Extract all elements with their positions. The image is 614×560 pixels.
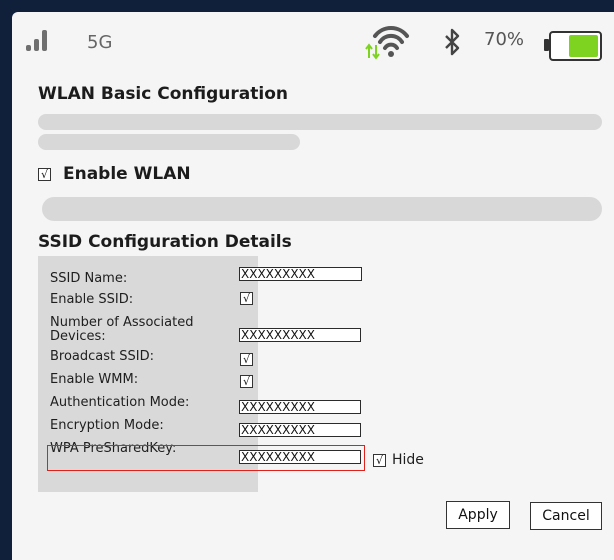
broadcast-ssid-checkbox[interactable]: √	[240, 353, 253, 366]
encryption-mode-field[interactable]: XXXXXXXXX	[239, 423, 361, 437]
apply-button[interactable]: Apply	[446, 501, 510, 529]
auth-mode-field[interactable]: XXXXXXXXX	[239, 400, 361, 414]
bluetooth-icon	[445, 28, 460, 56]
network-type-label: 5G	[87, 32, 113, 53]
placeholder-bar	[42, 197, 602, 221]
signal-icon	[26, 28, 52, 52]
enable-ssid-checkbox[interactable]: √	[240, 292, 253, 305]
enable-wmm-checkbox[interactable]: √	[240, 375, 253, 388]
enable-wmm-label: Enable WMM:	[50, 372, 139, 387]
placeholder-bar	[38, 114, 602, 130]
wifi-icon	[365, 26, 409, 60]
auth-mode-label: Authentication Mode:	[50, 395, 190, 410]
status-bar: 5G 70%	[12, 12, 614, 72]
enable-ssid-label: Enable SSID:	[50, 292, 134, 307]
cancel-button[interactable]: Cancel	[530, 502, 602, 530]
ssid-config-title: SSID Configuration Details	[38, 232, 292, 252]
battery-level-fill	[569, 35, 598, 57]
encryption-mode-label: Encryption Mode:	[50, 418, 164, 433]
hide-key-checkbox[interactable]: √	[373, 453, 386, 467]
hide-row: √ Hide	[373, 452, 424, 468]
battery-percent: 70%	[484, 29, 525, 50]
ssid-name-field[interactable]: XXXXXXXXX	[239, 267, 362, 281]
placeholder-bar	[38, 134, 300, 150]
hide-key-label: Hide	[392, 452, 424, 468]
enable-wlan-label: Enable WLAN	[63, 164, 191, 184]
phone-screen: 5G 70% WLAN Basic Configuration √ Enable…	[12, 12, 614, 560]
enable-wlan-checkbox[interactable]: √	[38, 167, 51, 181]
broadcast-ssid-label: Broadcast SSID:	[50, 349, 154, 364]
wlan-basic-title: WLAN Basic Configuration	[38, 84, 288, 104]
wpa-key-highlight	[47, 445, 365, 471]
battery-icon	[544, 31, 602, 61]
associated-devices-label: Number of Associated Devices:	[50, 315, 194, 344]
ssid-name-label: SSID Name:	[50, 271, 128, 286]
enable-wlan-row: √ Enable WLAN	[38, 164, 191, 184]
associated-devices-field[interactable]: XXXXXXXXX	[239, 328, 361, 342]
